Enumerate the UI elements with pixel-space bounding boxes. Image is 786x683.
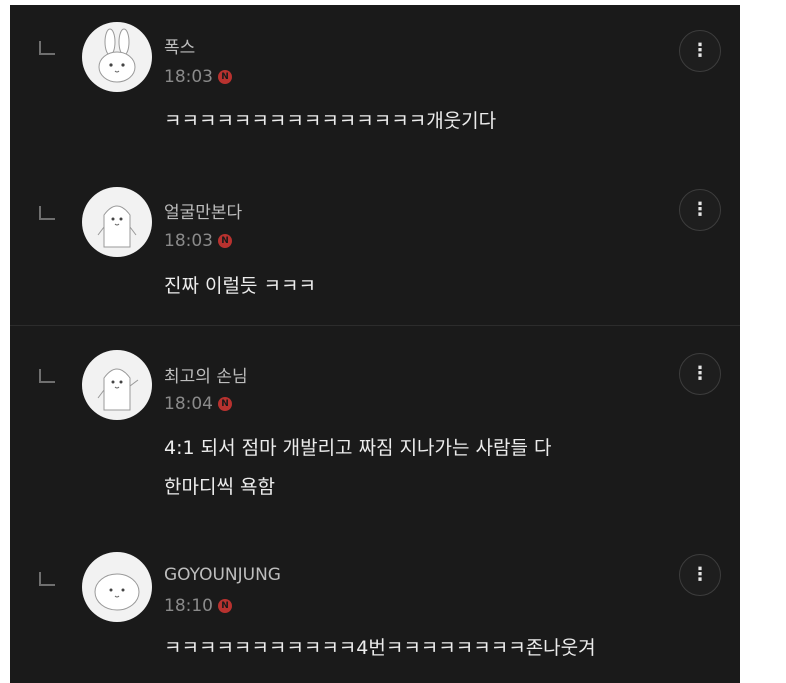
more-options-button[interactable]: ⋮ bbox=[679, 189, 721, 231]
new-badge: N bbox=[218, 234, 232, 248]
more-options-button[interactable]: ⋮ bbox=[679, 30, 721, 72]
blob-avatar-icon[interactable] bbox=[82, 552, 152, 622]
reply-indicator-icon bbox=[39, 572, 55, 586]
comment-time: 18:04 bbox=[164, 394, 213, 414]
comment-meta: 18:04 N bbox=[164, 394, 232, 414]
more-vertical-icon: ⋮ bbox=[691, 40, 709, 61]
new-badge: N bbox=[218, 599, 232, 613]
comment-meta: 18:03 N bbox=[164, 67, 232, 87]
comment-author[interactable]: 최고의 손님 bbox=[164, 362, 248, 387]
more-options-button[interactable]: ⋮ bbox=[679, 353, 721, 395]
comment-author[interactable]: 폭스 bbox=[164, 33, 195, 58]
more-options-button[interactable]: ⋮ bbox=[679, 554, 721, 596]
comment-time: 18:03 bbox=[164, 67, 213, 87]
reply-indicator-icon bbox=[39, 206, 55, 220]
more-vertical-icon: ⋮ bbox=[691, 564, 709, 585]
comment-text-line: 4:1 되서 점마 개발리고 짜짐 지나가는 사람들 다 bbox=[164, 437, 552, 459]
character-avatar-icon[interactable] bbox=[82, 187, 152, 257]
bunny-avatar-icon[interactable] bbox=[82, 22, 152, 92]
character-avatar-icon[interactable] bbox=[82, 350, 152, 420]
comment-author[interactable]: GOYOUNJUNG bbox=[164, 565, 281, 585]
comment-meta: 18:10 N bbox=[164, 596, 232, 616]
reply-indicator-icon bbox=[39, 369, 55, 383]
more-vertical-icon: ⋮ bbox=[691, 199, 709, 220]
comment-text: ㅋㅋㅋㅋㅋㅋㅋㅋㅋㅋㅋ4번ㅋㅋㅋㅋㅋㅋㅋㅋ존나웃겨 bbox=[164, 637, 596, 659]
comment-meta: 18:03 N bbox=[164, 231, 232, 251]
comment-text: ㅋㅋㅋㅋㅋㅋㅋㅋㅋㅋㅋㅋㅋㅋㅋ개웃기다 bbox=[164, 110, 497, 132]
more-vertical-icon: ⋮ bbox=[691, 363, 709, 384]
comment-text-line: 한마디씩 욕함 bbox=[164, 476, 275, 498]
comment-thread: 폭스 18:03 N ㅋㅋㅋㅋㅋㅋㅋㅋㅋㅋㅋㅋㅋㅋㅋ개웃기다 ⋮ 얼굴만본다 1… bbox=[10, 5, 740, 683]
new-badge: N bbox=[218, 70, 232, 84]
comment-divider bbox=[10, 325, 740, 326]
reply-indicator-icon bbox=[39, 41, 55, 55]
comment-time: 18:03 bbox=[164, 231, 213, 251]
comment-time: 18:10 bbox=[164, 596, 213, 616]
comment-author[interactable]: 얼굴만본다 bbox=[164, 198, 242, 223]
new-badge: N bbox=[218, 397, 232, 411]
comment-text: 진짜 이럴듯 ㅋㅋㅋ bbox=[164, 275, 316, 297]
